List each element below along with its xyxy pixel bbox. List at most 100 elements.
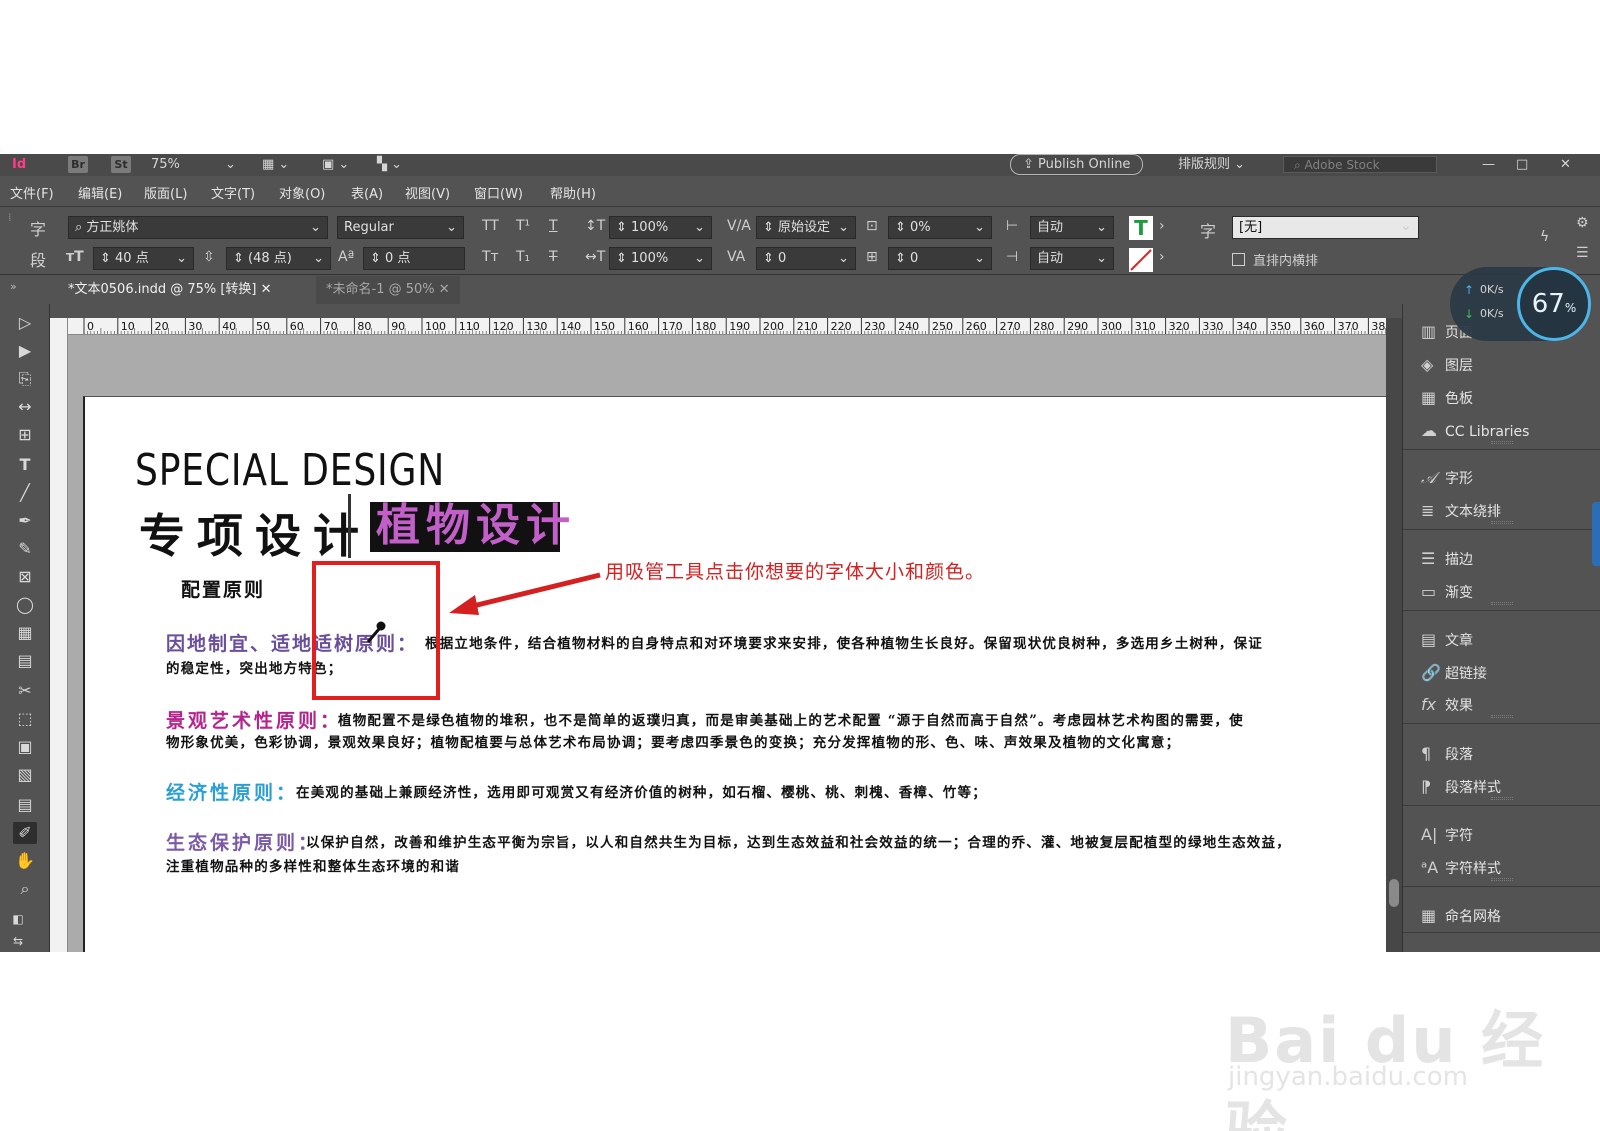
panel-gradient[interactable]: ▭ 渐变	[1421, 580, 1473, 604]
menu-view[interactable]: 视图(V)	[405, 183, 450, 202]
maximize-icon[interactable]: □	[1516, 156, 1528, 173]
gear-icon[interactable]: ⚙	[1576, 215, 1589, 231]
panel-character-styles[interactable]: ᵃA 字符样式	[1421, 856, 1501, 880]
panel-grip[interactable]	[1491, 521, 1513, 524]
pencil-tool-icon[interactable]: ✎	[13, 538, 37, 560]
menu-edit[interactable]: 编辑(E)	[78, 183, 122, 202]
panel-effects[interactable]: fx 效果	[1421, 693, 1473, 717]
panel-grip[interactable]	[1491, 602, 1513, 605]
panel-cc-libraries[interactable]: ☁ CC Libraries	[1421, 419, 1529, 443]
publish-online-button[interactable]: ⇪ Publish Online	[1010, 154, 1144, 175]
vertical-scale-field[interactable]: ⇕ 100% ⌄	[609, 216, 712, 239]
selection-tool-icon[interactable]: ▷	[13, 312, 37, 334]
side-handle[interactable]	[1592, 502, 1600, 566]
tab-document-2[interactable]: *未命名-1 @ 50% ✕	[316, 276, 460, 304]
eyedropper-tool-icon[interactable]: ✐	[13, 822, 37, 844]
table-tool-icon[interactable]: ▦	[13, 622, 37, 644]
chevron-right-icon[interactable]: ›	[1159, 218, 1165, 234]
strikethrough-icon[interactable]: T	[549, 249, 558, 265]
baseline-shift-field[interactable]: ⇕ 0 点	[363, 247, 465, 270]
stroke-none-icon[interactable]	[1129, 248, 1153, 272]
paragraph-mode-button[interactable]: 段	[30, 247, 46, 271]
character-style-field[interactable]: [无]	[1232, 216, 1419, 239]
stock-button[interactable]: St	[111, 156, 131, 173]
gap-tool-icon[interactable]: ↔	[13, 396, 37, 418]
panel-grip[interactable]	[1491, 797, 1513, 800]
zoom-select[interactable]: 75%	[151, 156, 180, 173]
panel-named-grid[interactable]: ▦ 命名网格	[1421, 904, 1501, 928]
screen-mode-icon[interactable]: ▣ ⌄	[322, 156, 349, 173]
panel-hyperlinks[interactable]: 🔗 超链接	[1421, 661, 1487, 685]
close-icon[interactable]: ✕	[261, 282, 272, 297]
fill-color-icon[interactable]: T	[1129, 216, 1153, 240]
ellipse-tool-icon[interactable]: ◯	[13, 594, 37, 616]
chevron-right-icon[interactable]: ›	[1159, 249, 1165, 265]
scrollbar-thumb[interactable]	[1389, 879, 1399, 907]
gradient-feather-tool-icon[interactable]: ▧	[13, 764, 37, 786]
tab-document-1[interactable]: *文本0506.indd @ 75% [转换] ✕	[58, 276, 282, 304]
minimize-icon[interactable]: —	[1482, 156, 1495, 173]
pen-tool-icon[interactable]: ✒	[13, 510, 37, 532]
zoom-tool-icon[interactable]: ⌕	[13, 878, 37, 900]
underline-icon[interactable]: T	[549, 218, 558, 234]
font-style-field[interactable]: Regular ⌄	[337, 216, 464, 239]
panel-story[interactable]: ▤ 文章	[1421, 628, 1473, 652]
collapse-icon[interactable]: »	[10, 280, 17, 293]
note-tool-icon[interactable]: ▤	[13, 794, 37, 816]
menu-window[interactable]: 窗口(W)	[474, 183, 523, 202]
chevron-down-icon[interactable]: ⌄	[225, 156, 236, 173]
scissors-tool-icon[interactable]: ✂	[13, 680, 37, 702]
panel-grip[interactable]	[1491, 715, 1513, 718]
hand-tool-icon[interactable]: ✋	[13, 850, 37, 872]
panel-paragraph-styles[interactable]: ⁋ 段落样式	[1421, 775, 1501, 799]
horizontal-scale-field[interactable]: ⇕ 100% ⌄	[609, 247, 712, 270]
aki-after-field[interactable]: 自动 ⌄	[1030, 247, 1114, 270]
workspace-switcher[interactable]: 排版规则 ⌄	[1178, 156, 1245, 173]
menu-help[interactable]: 帮助(H)	[550, 183, 596, 202]
vertical-scrollbar[interactable]	[1386, 318, 1402, 952]
panel-grip[interactable]	[1491, 441, 1513, 444]
leading-field[interactable]: ⇕ (48 点) ⌄	[226, 247, 331, 270]
fill-stroke-swatch-icon[interactable]: ◧ ⇆	[6, 908, 30, 948]
arrange-documents-icon[interactable]: ▚ ⌄	[377, 156, 402, 173]
type-tool-icon[interactable]: T	[13, 454, 37, 476]
panel-glyphs[interactable]: 𝒜 字形	[1421, 466, 1473, 490]
panel-stroke[interactable]: ☰ 描边	[1421, 547, 1473, 571]
panel-layers[interactable]: ◈ 图层	[1421, 353, 1473, 377]
grid-spacing-field[interactable]: ⇕ 0 ⌄	[888, 247, 992, 270]
menu-table[interactable]: 表(A)	[351, 183, 383, 202]
line-tool-icon[interactable]: ╱	[13, 482, 37, 504]
rectangle-frame-tool-icon[interactable]: ⊠	[13, 566, 37, 588]
aki-before-field[interactable]: 自动 ⌄	[1030, 216, 1114, 239]
font-family-field[interactable]: ⌕ 方正姚体 ⌄	[68, 216, 328, 239]
tsume-field[interactable]: ⇕ 0% ⌄	[888, 216, 992, 239]
superscript-icon[interactable]: T¹	[516, 218, 530, 234]
panel-text-wrap[interactable]: ≣ 文本绕排	[1421, 499, 1501, 523]
kerning-field[interactable]: ⇕ 原始设定 ⌄	[756, 216, 856, 239]
menu-type[interactable]: 文字(T)	[211, 183, 255, 202]
panel-character[interactable]: A| 字符	[1421, 823, 1473, 847]
bridge-button[interactable]: Br	[68, 156, 88, 173]
tracking-field[interactable]: ⇕ 0 ⌄	[756, 247, 856, 270]
menu-layout[interactable]: 版面(L)	[144, 183, 187, 202]
subscript-icon[interactable]: T₁	[516, 249, 530, 265]
panel-swatches[interactable]: ▦ 色板	[1421, 386, 1473, 410]
vertical-in-horizontal-checkbox[interactable]	[1232, 253, 1245, 266]
close-icon[interactable]: ✕	[439, 282, 450, 297]
content-collector-icon[interactable]: ⊞	[13, 424, 37, 446]
grid-tool-icon[interactable]: ▤	[13, 650, 37, 672]
panel-paragraph[interactable]: ¶ 段落	[1421, 742, 1473, 766]
menu-object[interactable]: 对象(O)	[279, 183, 325, 202]
direct-selection-tool-icon[interactable]: ▶	[13, 340, 37, 362]
all-caps-icon[interactable]: TT	[482, 218, 499, 234]
character-mode-button[interactable]: 字	[30, 216, 46, 240]
chevron-down-icon[interactable]: ⌄	[1400, 218, 1412, 234]
free-transform-tool-icon[interactable]: ⬚	[13, 708, 37, 730]
stock-search-input[interactable]: ⌕ Adobe Stock	[1283, 156, 1437, 173]
panel-menu-icon[interactable]: ☰	[1576, 245, 1589, 261]
small-caps-icon[interactable]: Tᴛ	[482, 249, 499, 265]
menu-file[interactable]: 文件(F)	[10, 183, 54, 202]
font-size-field[interactable]: ⇕ 40 点 ⌄	[93, 247, 194, 270]
close-icon[interactable]: ✕	[1560, 156, 1571, 173]
panel-grip[interactable]	[1491, 878, 1513, 881]
